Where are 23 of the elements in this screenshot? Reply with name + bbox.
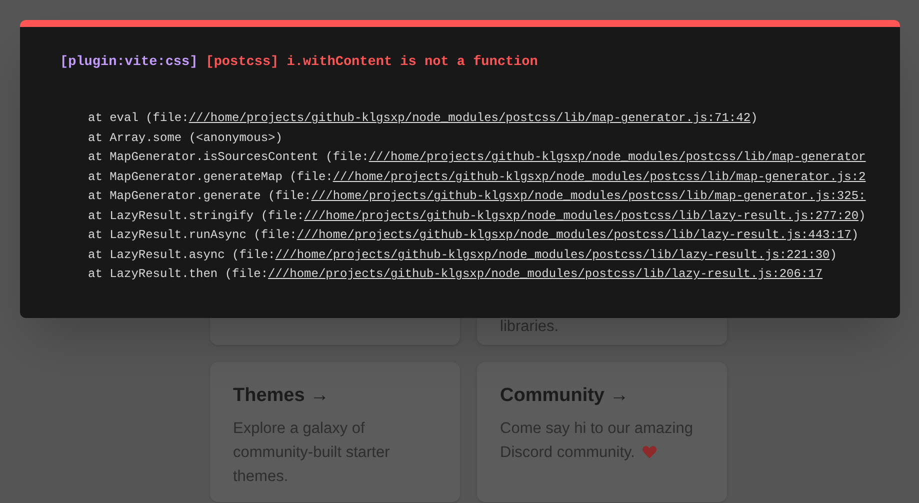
stack-trace-text: at eval (file:: [88, 110, 189, 128]
stack-trace-text: at Array.some (<anonymous>): [88, 130, 282, 147]
stack-trace-text: at LazyResult.then (file:: [88, 266, 268, 284]
stack-trace-text: at MapGenerator.generateMap (file:: [88, 168, 333, 186]
file-link[interactable]: ///home/projects/github-klgsxp/node_modules/postcss/lib/map-generator.js:71:42: [188, 109, 751, 129]
file-link[interactable]: ///home/projects/github-klgsxp/node_modules/postcss/lib/map-generator.js:2: [332, 168, 866, 188]
stack-trace-text: ): [830, 246, 837, 264]
stack-trace-text: at LazyResult.async (file:: [88, 246, 276, 264]
file-link[interactable]: ///home/projects/github-klgsxp/node_modules/postcss/lib/lazy-result.js:277:20: [304, 206, 859, 226]
stack-trace-text: at MapGenerator.isSourcesContent (file:: [88, 149, 369, 166]
stack-trace-text: at MapGenerator.generate (file:: [88, 188, 312, 206]
file-link[interactable]: ///home/projects/github-klgsxp/node_modules/postcss/lib/lazy-result.js:443:17: [296, 226, 852, 246]
file-link[interactable]: ///home/projects/github-klgsxp/node_modules/postcss/lib/lazy-result.js:206:17: [268, 265, 823, 285]
stack-trace-text: ): [851, 227, 859, 244]
file-link[interactable]: ///home/projects/github-klgsxp/node_modules/postcss/lib/map-generator: [368, 148, 866, 168]
stack-trace-text: ): [858, 208, 866, 225]
stack-trace-text: at LazyResult.runAsync (file:: [88, 227, 297, 244]
error-message: [postcss] i.withContent is not a function: [206, 54, 538, 72]
plugin-label: [plugin:vite:css]: [60, 54, 198, 72]
file-link[interactable]: ///home/projects/github-klgsxp/node_modules/postcss/lib/lazy-result.js:221:30: [275, 246, 830, 266]
stack-trace-text: ): [750, 110, 758, 128]
stack-trace-text: at LazyResult.stringify (file:: [88, 208, 304, 225]
file-link[interactable]: ///home/projects/github-klgsxp/node_modules/postcss/lib/map-generator.js:325:: [311, 187, 866, 207]
